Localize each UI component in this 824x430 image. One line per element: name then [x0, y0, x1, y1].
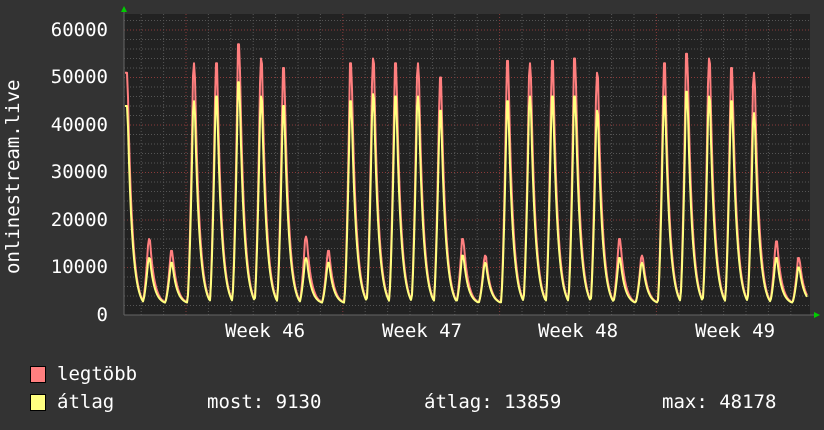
x-axis-arrow-icon — [814, 312, 820, 318]
legend-item-average: átlag — [30, 391, 114, 413]
stat-current: most: 9130 — [207, 391, 322, 413]
legend-label: legtöbb — [57, 363, 138, 385]
y-tick-label: 30000 — [50, 161, 108, 183]
y-tick-label: 0 — [96, 304, 108, 326]
legend-swatch-red — [30, 365, 46, 383]
x-tick-label: Week 46 — [224, 320, 306, 342]
y-tick-label: 40000 — [50, 114, 108, 136]
y-tick-label: 10000 — [50, 256, 108, 278]
legend-label: átlag — [57, 391, 115, 413]
x-tick-label: Week 49 — [694, 320, 776, 342]
y-axis-arrow-icon — [121, 6, 127, 12]
legend-item-max: legtöbb — [30, 363, 137, 385]
y-tick-label: 50000 — [50, 66, 108, 88]
y-tick-label: 60000 — [50, 19, 108, 41]
x-tick-label: Week 48 — [537, 320, 619, 342]
y-tick-label: 20000 — [50, 209, 108, 231]
y-axis-label: onlinestream.live — [2, 79, 24, 274]
legend-swatch-yellow — [30, 393, 46, 411]
stat-max: max: 48178 — [662, 391, 777, 413]
x-tick-label: Week 47 — [381, 320, 463, 342]
stat-average: átlag: 13859 — [424, 391, 562, 413]
